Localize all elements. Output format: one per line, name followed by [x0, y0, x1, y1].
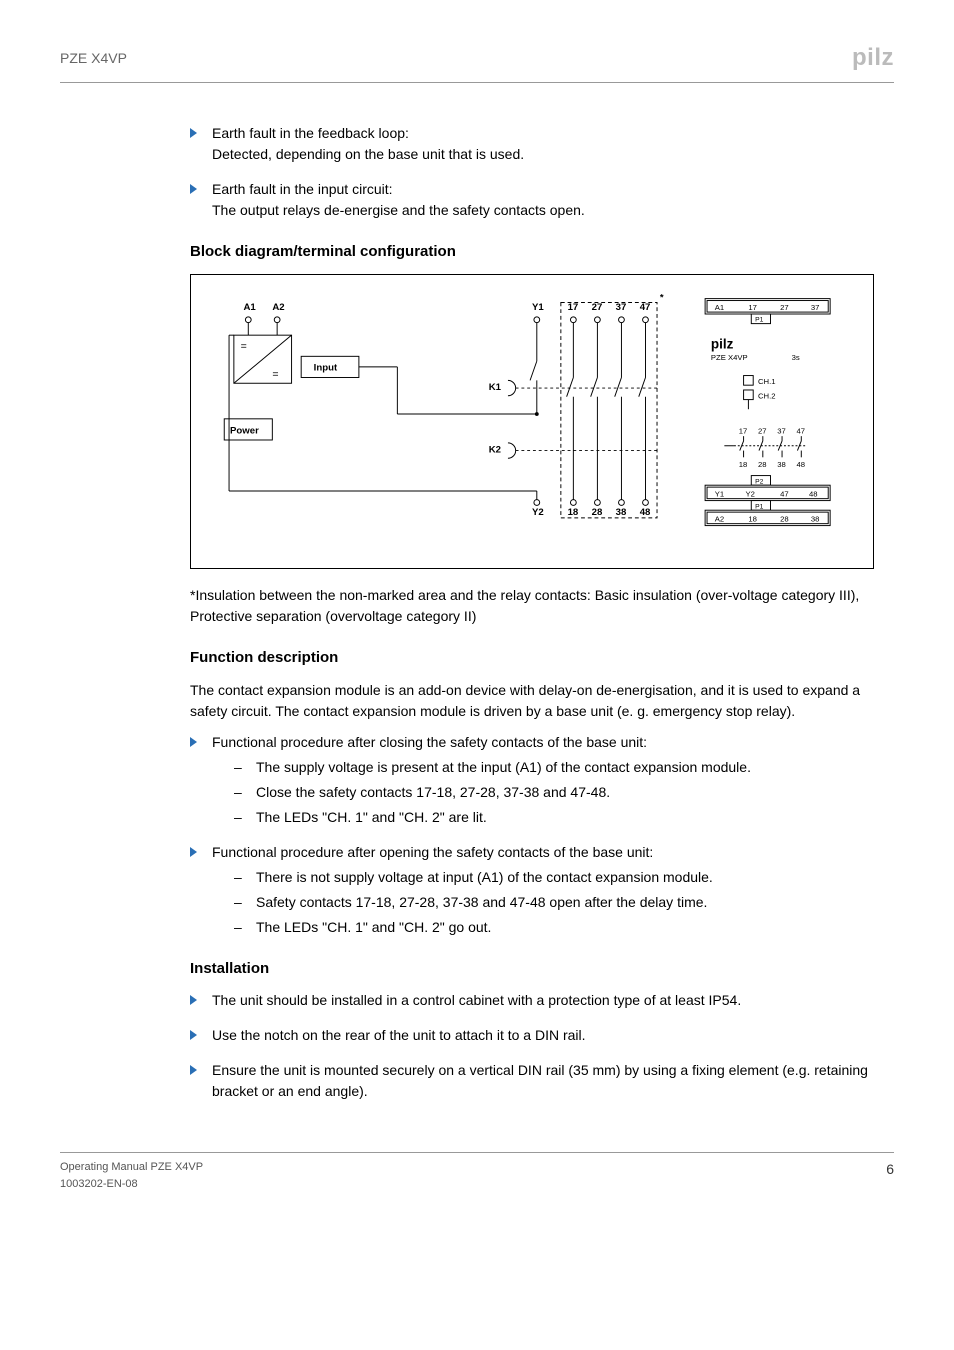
page-number: 6 [886, 1159, 894, 1180]
svg-text:K2: K2 [489, 444, 501, 455]
svg-text:A1: A1 [243, 302, 256, 313]
svg-text:17: 17 [739, 426, 748, 435]
svg-text:48: 48 [640, 507, 651, 518]
sub-item: The supply voltage is present at the inp… [234, 757, 874, 778]
svg-text:Y1: Y1 [532, 302, 544, 313]
svg-text:17: 17 [568, 302, 579, 313]
list-item: Functional procedure after closing the s… [190, 732, 874, 828]
list-item: Use the notch on the rear of the unit to… [190, 1025, 874, 1046]
svg-text:37: 37 [777, 426, 786, 435]
sub-item: The LEDs "CH. 1" and "CH. 2" go out. [234, 917, 874, 938]
svg-text:48: 48 [796, 459, 805, 468]
svg-text:47: 47 [780, 489, 789, 498]
sub-list: The supply voltage is present at the inp… [212, 757, 874, 828]
svg-text:17: 17 [748, 303, 757, 312]
svg-text:A2: A2 [715, 514, 724, 523]
list-item: The unit should be installed in a contro… [190, 990, 874, 1011]
footer-line1: Operating Manual PZE X4VP [60, 1159, 203, 1176]
svg-text:P2: P2 [755, 478, 763, 485]
list-item: Earth fault in the feedback loop: Detect… [190, 123, 874, 165]
bullet-title: Earth fault in the input circuit: [212, 181, 393, 197]
diagram-svg: A1 A2 Y1 17 27 37 47 * Y2 18 28 38 48 [205, 289, 859, 549]
list-item: Ensure the unit is mounted securely on a… [190, 1060, 874, 1102]
svg-text:*: * [660, 292, 664, 303]
svg-text:A2: A2 [272, 302, 284, 313]
svg-text:CH.2: CH.2 [758, 391, 776, 400]
footer-line2: 1003202-EN-08 [60, 1176, 203, 1193]
svg-text:18: 18 [568, 507, 579, 518]
sub-list: There is not supply voltage at input (A1… [212, 867, 874, 938]
svg-text:38: 38 [616, 507, 627, 518]
svg-text:38: 38 [811, 514, 820, 523]
svg-text:27: 27 [592, 302, 603, 313]
svg-text:18: 18 [748, 514, 757, 523]
footer-left: Operating Manual PZE X4VP 1003202-EN-08 [60, 1159, 203, 1192]
svg-text:Y1: Y1 [715, 489, 724, 498]
insulation-note: *Insulation between the non-marked area … [190, 585, 874, 627]
section-heading-block-diagram: Block diagram/terminal configuration [190, 241, 874, 264]
page-footer: Operating Manual PZE X4VP 1003202-EN-08 … [60, 1152, 894, 1192]
page-header: PZE X4VP pilz [60, 40, 894, 83]
list-item: Earth fault in the input circuit: The ou… [190, 179, 874, 221]
svg-text:Input: Input [314, 362, 338, 373]
sub-item: Safety contacts 17-18, 27-28, 37-38 and … [234, 892, 874, 913]
installation-bullet-list: The unit should be installed in a contro… [190, 990, 874, 1102]
svg-text:48: 48 [809, 489, 818, 498]
svg-text:28: 28 [780, 514, 789, 523]
svg-text:=: = [272, 368, 278, 380]
svg-text:P1: P1 [755, 503, 763, 510]
svg-text:Y2: Y2 [746, 489, 755, 498]
main-content: Earth fault in the feedback loop: Detect… [190, 123, 874, 1102]
svg-text:Power: Power [230, 425, 259, 436]
bullet-text: Functional procedure after closing the s… [212, 734, 647, 750]
svg-text:37: 37 [811, 303, 820, 312]
brand-logo: pilz [852, 40, 894, 76]
function-paragraph: The contact expansion module is an add-o… [190, 680, 874, 722]
sub-item: There is not supply voltage at input (A1… [234, 867, 874, 888]
section-heading-function: Function description [190, 647, 874, 670]
svg-text:38: 38 [777, 459, 786, 468]
svg-text:3s: 3s [792, 353, 800, 362]
svg-text:PZE X4VP: PZE X4VP [711, 353, 748, 362]
header-product: PZE X4VP [60, 48, 127, 69]
svg-text:A1: A1 [715, 303, 724, 312]
svg-text:Y2: Y2 [532, 507, 544, 518]
svg-text:28: 28 [758, 459, 767, 468]
block-diagram: A1 A2 Y1 17 27 37 47 * Y2 18 28 38 48 [190, 274, 874, 570]
svg-text:28: 28 [592, 507, 603, 518]
bullet-body: The output relays de-energise and the sa… [212, 202, 585, 218]
svg-text:pilz: pilz [711, 336, 734, 351]
svg-text:47: 47 [796, 426, 805, 435]
sub-item: Close the safety contacts 17-18, 27-28, … [234, 782, 874, 803]
function-bullet-list: Functional procedure after closing the s… [190, 732, 874, 938]
svg-text:K1: K1 [489, 381, 502, 392]
svg-text:37: 37 [616, 302, 627, 313]
svg-text:27: 27 [780, 303, 789, 312]
svg-text:CH.1: CH.1 [758, 377, 776, 386]
intro-bullet-list: Earth fault in the feedback loop: Detect… [190, 123, 874, 221]
svg-text:18: 18 [739, 459, 748, 468]
svg-text:P1: P1 [755, 316, 763, 323]
svg-text:=: = [241, 340, 247, 352]
svg-text:27: 27 [758, 426, 767, 435]
svg-text:47: 47 [640, 302, 651, 313]
section-heading-installation: Installation [190, 958, 874, 981]
sub-item: The LEDs "CH. 1" and "CH. 2" are lit. [234, 807, 874, 828]
list-item: Functional procedure after opening the s… [190, 842, 874, 938]
bullet-title: Earth fault in the feedback loop: [212, 125, 409, 141]
bullet-body: Detected, depending on the base unit tha… [212, 146, 524, 162]
bullet-text: Functional procedure after opening the s… [212, 844, 653, 860]
